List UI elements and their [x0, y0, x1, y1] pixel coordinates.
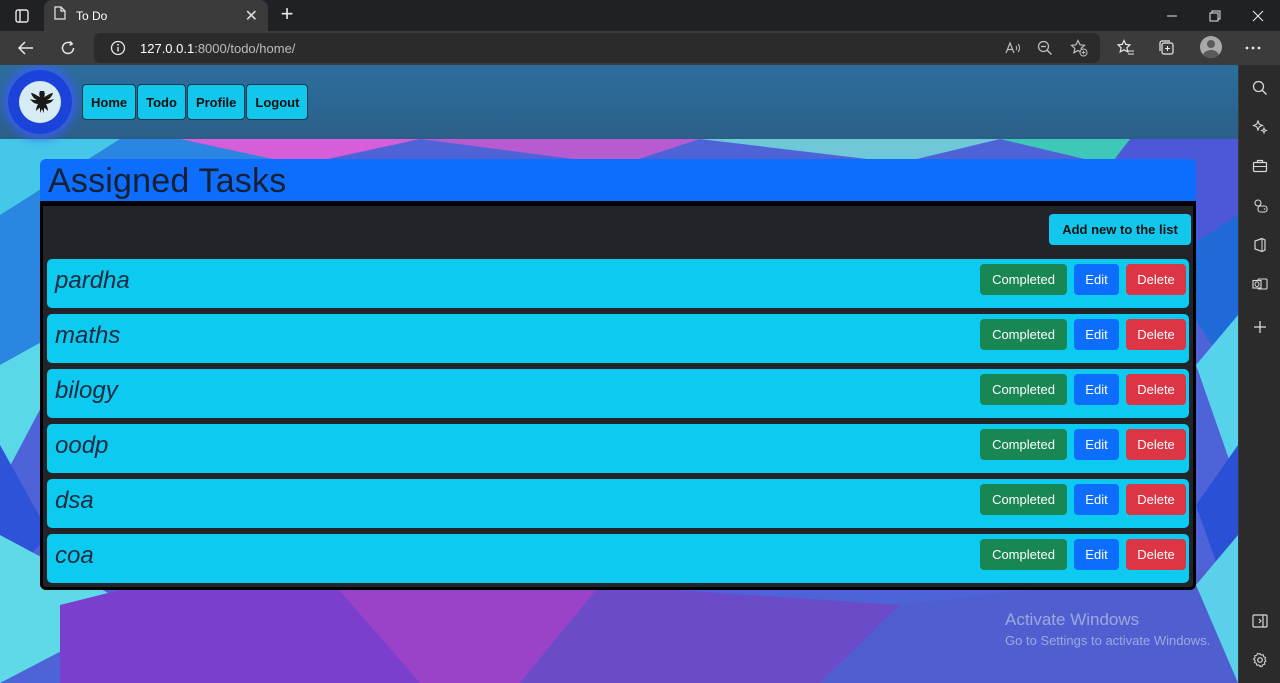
read-aloud-icon[interactable]: [1004, 39, 1022, 57]
watermark-title: Activate Windows: [1005, 610, 1140, 629]
page-viewport: Home Todo Profile Logout Assigned Tasks …: [0, 65, 1238, 683]
edit-button[interactable]: Edit: [1074, 539, 1119, 570]
phoenix-logo-icon: [19, 81, 61, 123]
task-row: bilogy Completed Edit Delete: [47, 369, 1189, 418]
nav-logout-button[interactable]: Logout: [246, 84, 309, 120]
task-row: maths Completed Edit Delete: [47, 314, 1189, 363]
delete-button[interactable]: Delete: [1126, 484, 1186, 515]
add-sidebar-app-icon[interactable]: [1250, 317, 1270, 337]
page-icon: [54, 6, 66, 25]
browser-toolbar: 127.0.0.1:8000/todo/home/: [0, 31, 1280, 65]
zoom-out-icon[interactable]: [1036, 39, 1054, 57]
favorites-icon[interactable]: [1117, 39, 1135, 57]
task-row: oodp Completed Edit Delete: [47, 424, 1189, 473]
completed-button[interactable]: Completed: [980, 429, 1067, 460]
windows-activation-watermark: Activate Windows Go to Settings to activ…: [1005, 610, 1210, 648]
tools-icon[interactable]: [1250, 156, 1270, 176]
tab-close-icon[interactable]: ✕: [245, 6, 258, 26]
add-new-task-button[interactable]: Add new to the list: [1049, 214, 1191, 245]
task-name: bilogy: [55, 377, 118, 404]
hide-sidebar-icon[interactable]: [1250, 611, 1270, 631]
add-favorite-icon[interactable]: [1070, 39, 1088, 57]
more-options-icon[interactable]: [1244, 39, 1262, 57]
tab-actions-icon[interactable]: [10, 6, 34, 26]
delete-button[interactable]: Delete: [1126, 374, 1186, 405]
site-navbar: Home Todo Profile Logout: [0, 65, 1238, 139]
edit-button[interactable]: Edit: [1074, 484, 1119, 515]
task-row: pardha Completed Edit Delete: [47, 259, 1189, 308]
search-icon[interactable]: [1250, 78, 1270, 98]
tab-title: To Do: [76, 8, 108, 23]
edge-sidebar: [1238, 65, 1280, 683]
edit-button[interactable]: Edit: [1074, 319, 1119, 350]
url-text: 127.0.0.1:8000/todo/home/: [140, 41, 295, 56]
completed-button[interactable]: Completed: [980, 319, 1067, 350]
url-host: 127.0.0.1: [140, 41, 195, 56]
tasks-card-body: Add new to the list pardha Completed Edi…: [40, 206, 1196, 590]
site-logo[interactable]: [8, 70, 72, 134]
games-icon[interactable]: [1250, 196, 1270, 216]
browser-tab[interactable]: To Do ✕: [44, 0, 268, 31]
outlook-icon[interactable]: [1250, 274, 1270, 294]
completed-button[interactable]: Completed: [980, 539, 1067, 570]
close-window-icon[interactable]: [1236, 0, 1280, 31]
delete-button[interactable]: Delete: [1126, 429, 1186, 460]
delete-button[interactable]: Delete: [1126, 319, 1186, 350]
page-title: Assigned Tasks: [48, 162, 287, 200]
task-row: dsa Completed Edit Delete: [47, 479, 1189, 528]
address-bar[interactable]: 127.0.0.1:8000/todo/home/: [94, 33, 1100, 63]
browser-tab-bar: To Do ✕ +: [0, 0, 1280, 31]
tasks-card: Assigned Tasks Add new to the list pardh…: [40, 159, 1196, 590]
task-name: dsa: [55, 487, 94, 514]
refresh-icon[interactable]: [54, 34, 82, 62]
nav-links: Home Todo Profile Logout: [82, 84, 309, 120]
delete-button[interactable]: Delete: [1126, 264, 1186, 295]
task-name: oodp: [55, 432, 109, 459]
office-icon[interactable]: [1250, 235, 1270, 255]
completed-button[interactable]: Completed: [980, 374, 1067, 405]
completed-button[interactable]: Completed: [980, 264, 1067, 295]
site-info-icon[interactable]: [110, 40, 126, 61]
restore-icon[interactable]: [1193, 0, 1237, 31]
tasks-card-header: Assigned Tasks: [40, 159, 1196, 206]
edit-button[interactable]: Edit: [1074, 429, 1119, 460]
discover-icon[interactable]: [1250, 117, 1270, 137]
minimize-icon[interactable]: [1150, 0, 1194, 31]
task-name: maths: [55, 322, 121, 349]
new-tab-icon[interactable]: +: [276, 3, 298, 26]
delete-button[interactable]: Delete: [1126, 539, 1186, 570]
task-name: coa: [55, 542, 94, 569]
edit-button[interactable]: Edit: [1074, 374, 1119, 405]
url-path: :8000/todo/home/: [194, 41, 296, 56]
nav-profile-button[interactable]: Profile: [186, 84, 246, 120]
profile-avatar[interactable]: [1200, 36, 1222, 58]
task-name: pardha: [55, 267, 130, 294]
edit-button[interactable]: Edit: [1074, 264, 1119, 295]
back-icon[interactable]: [12, 34, 40, 62]
settings-gear-icon[interactable]: [1250, 650, 1270, 670]
nav-home-button[interactable]: Home: [82, 84, 137, 120]
task-row: coa Completed Edit Delete: [47, 534, 1189, 583]
watermark-subtitle: Go to Settings to activate Windows.: [1005, 633, 1211, 648]
nav-todo-button[interactable]: Todo: [137, 84, 186, 120]
completed-button[interactable]: Completed: [980, 484, 1067, 515]
collections-icon[interactable]: [1158, 39, 1176, 57]
